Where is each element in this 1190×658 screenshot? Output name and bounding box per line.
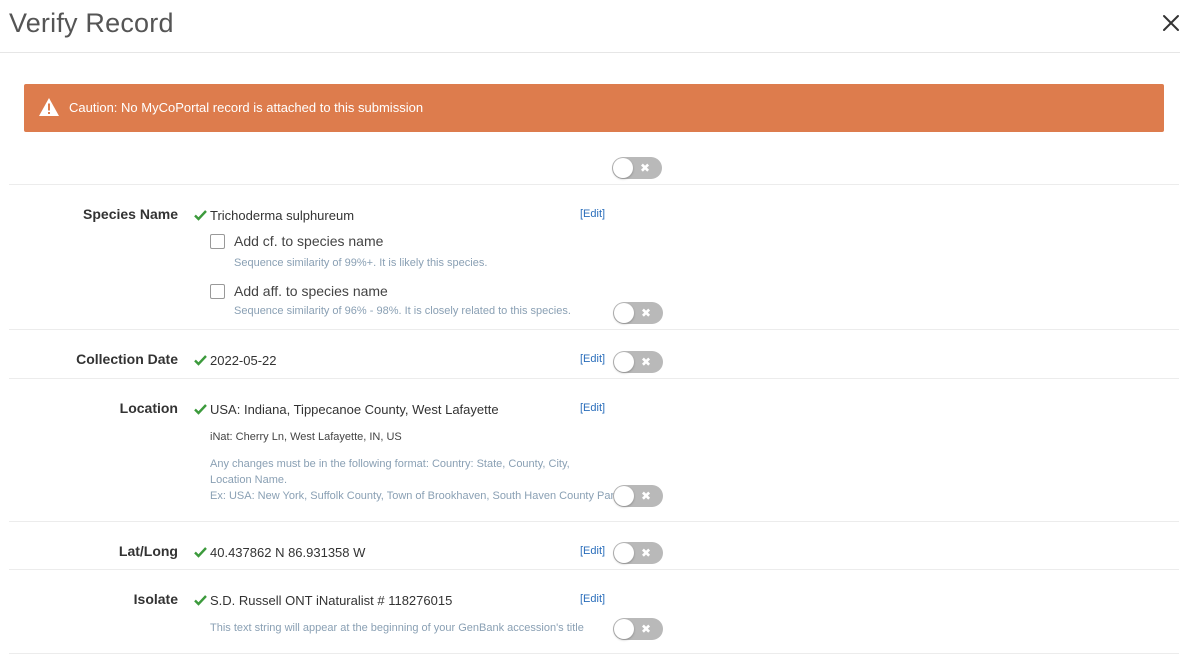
location-label: Location [119,400,178,416]
close-icon[interactable] [1159,11,1183,35]
close-icon: ✖ [641,546,652,560]
check-icon [194,353,207,366]
close-icon: ✖ [641,355,652,369]
isolate-verify-toggle[interactable]: ✖ [613,618,663,640]
add-cf-label: Add cf. to species name [234,233,384,249]
modal-title: Verify Record [9,8,174,38]
warning-icon [38,97,60,117]
close-icon: ✖ [641,622,652,636]
cf-hint: Sequence similarity of 99%+. It is likel… [234,257,488,269]
location-verify-toggle[interactable]: ✖ [613,485,663,507]
divider [9,569,1179,570]
species-edit-link[interactable]: [Edit] [580,208,605,220]
species-name-label: Species Name [83,206,178,222]
add-aff-label: Add aff. to species name [234,283,388,299]
close-icon: ✖ [641,489,652,503]
isolate-label: Isolate [133,591,178,607]
location-value: USA: Indiana, Tippecanoe County, West La… [210,402,499,417]
inat-location: iNat: Cherry Ln, West Lafayette, IN, US [210,431,402,443]
caution-alert: Caution: No MyCoPortal record is attache… [24,84,1164,132]
divider [9,184,1179,185]
latlong-value: 40.437862 N 86.931358 W [210,545,366,560]
isolate-hint: This text string will appear at the begi… [210,622,584,634]
divider [9,653,1179,654]
close-icon: ✖ [640,161,651,175]
aff-hint: Sequence similarity of 96% - 98%. It is … [234,305,571,317]
add-aff-checkbox[interactable] [210,284,225,299]
divider [9,521,1179,522]
toggle-knob [613,158,633,178]
collection-date-value: 2022-05-22 [210,353,277,368]
toggle-knob [614,303,634,323]
add-cf-checkbox[interactable] [210,234,225,249]
toggle-knob [614,543,634,563]
latlong-edit-link[interactable]: [Edit] [580,545,605,557]
collection-date-verify-toggle[interactable]: ✖ [613,351,663,373]
location-edit-link[interactable]: [Edit] [580,402,605,414]
check-icon [194,208,207,221]
check-icon [194,593,207,606]
check-icon [194,402,207,415]
verify-all-toggle[interactable]: ✖ [612,157,662,179]
location-format-example: Ex: USA: New York, Suffolk County, Town … [210,490,620,502]
toggle-knob [614,352,634,372]
caution-message: Caution: No MyCoPortal record is attache… [69,100,424,115]
divider [9,329,1179,330]
modal-header: Verify Record [0,0,1180,53]
isolate-value: S.D. Russell ONT iNaturalist # 118276015 [210,593,453,608]
latlong-label: Lat/Long [118,543,178,559]
verify-record-modal: Verify Record Caution: No MyCoPortal rec… [0,0,1190,658]
divider [9,378,1179,379]
check-icon [194,545,207,558]
toggle-knob [614,486,634,506]
toggle-knob [614,619,634,639]
close-icon: ✖ [641,306,652,320]
location-format-hint: Any changes must be in the following for… [210,458,570,470]
species-name-value: Trichoderma sulphureum [210,208,355,223]
location-format-hint-cont: Location Name. [210,474,288,486]
isolate-edit-link[interactable]: [Edit] [580,593,605,605]
collection-date-edit-link[interactable]: [Edit] [580,353,605,365]
collection-date-label: Collection Date [76,351,178,367]
latlong-verify-toggle[interactable]: ✖ [613,542,663,564]
species-verify-toggle[interactable]: ✖ [613,302,663,324]
